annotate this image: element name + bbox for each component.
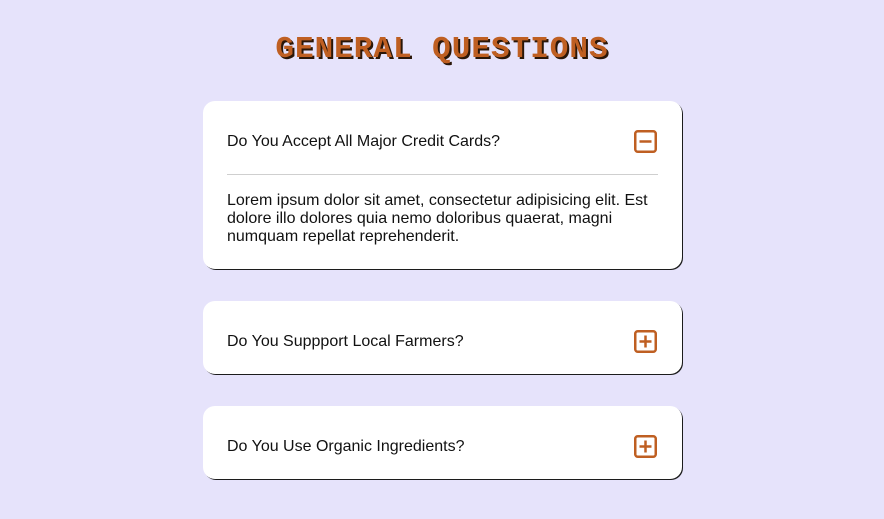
faq-header[interactable]: Do You Accept All Major Credit Cards? [203, 101, 682, 174]
faq-item-organic-ingredients: Do You Use Organic Ingredients? [203, 406, 682, 479]
plus-square-icon[interactable] [634, 435, 657, 458]
plus-square-icon[interactable] [634, 330, 657, 353]
faq-question: Do You Suppport Local Farmers? [227, 333, 464, 350]
faq-item-local-farmers: Do You Suppport Local Farmers? [203, 301, 682, 374]
faq-answer: Lorem ipsum dolor sit amet, consectetur … [227, 192, 648, 245]
faq-question: Do You Accept All Major Credit Cards? [227, 133, 501, 150]
faq-header[interactable]: Do You Suppport Local Farmers? [203, 301, 682, 374]
page-title: GENERAL QUESTIONS [275, 32, 609, 67]
faq-item-credit-cards: Do You Accept All Major Credit Cards? Lo… [203, 101, 682, 269]
minus-square-icon[interactable] [634, 130, 657, 153]
faq-divider [227, 174, 658, 175]
faq-question: Do You Use Organic Ingredients? [227, 438, 465, 455]
faq-header[interactable]: Do You Use Organic Ingredients? [203, 406, 682, 479]
